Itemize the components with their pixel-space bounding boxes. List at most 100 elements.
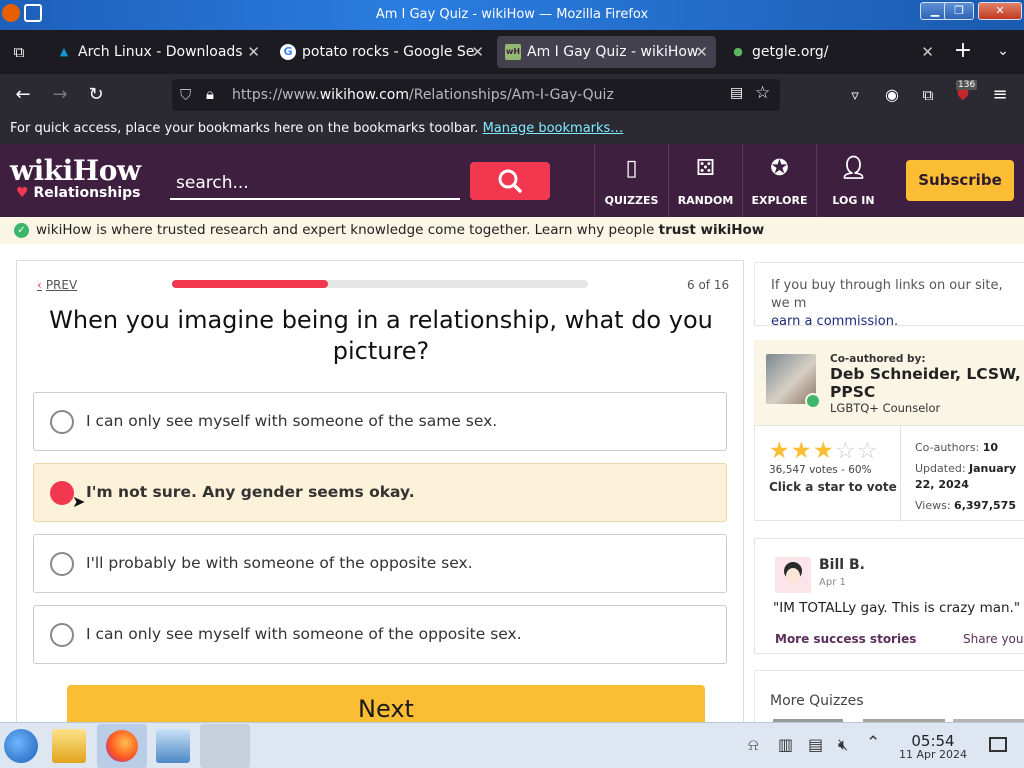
maximize-button[interactable]: ❐ (944, 2, 974, 20)
nav-quizzes[interactable]: ▯ QUIZZES (594, 144, 668, 217)
trust-banner[interactable]: ✓ wikiHow is where trusted research and … (0, 217, 1024, 244)
star-empty-icon[interactable]: ☆ (857, 440, 878, 463)
tab-list-icon[interactable]: ⧉ (8, 41, 30, 63)
firefox-taskbar-button[interactable] (97, 724, 147, 768)
heart-icon: ♥ (16, 185, 29, 201)
reload-button[interactable]: ↻ (85, 84, 107, 106)
extensions-icon[interactable]: ⧉ (917, 84, 939, 106)
tab-label: getgle.org/ (752, 44, 829, 60)
file-manager-icon[interactable] (52, 729, 86, 763)
close-tab-icon[interactable]: ✕ (921, 36, 934, 68)
answer-option-selected[interactable]: I'm not sure. Any gender seems okay. ➤ (33, 463, 727, 522)
updated-line: Updated: January 22, 2024 (915, 462, 1017, 491)
nav-explore[interactable]: ✪ EXPLORE (742, 144, 816, 217)
author-role: LGBTQ+ Counselor (830, 401, 941, 415)
wikihow-logo[interactable]: wikiHow (10, 154, 141, 187)
search-button[interactable] (470, 162, 550, 200)
radio-button[interactable] (50, 410, 74, 434)
tab-google[interactable]: G potato rocks - Google Se ✕ (272, 36, 492, 68)
dice-icon: ⚄ (695, 156, 716, 181)
answer-option[interactable]: I'll probably be with someone of the opp… (33, 534, 727, 593)
printer-icon[interactable]: ▤ (808, 735, 823, 754)
mouse-cursor-icon: ➤ (72, 492, 86, 511)
vote-cta: Click a star to vote (769, 480, 897, 494)
story-date: Apr 1 (819, 577, 846, 588)
quiz-progress-bar (172, 280, 588, 288)
quiz-card: ‹ PREV 6 of 16 When you imagine being in … (16, 260, 744, 741)
article-stats: ★ ★ ★ ☆ ☆ 36,547 votes - 60% Click a sta… (754, 425, 1024, 522)
author-name[interactable]: Deb Schneider, LCSW, PPSC (830, 365, 1024, 401)
clock-date[interactable]: 11 Apr 2024 (893, 748, 973, 761)
volume-muted-icon[interactable]: 🔇︎ (838, 735, 848, 755)
star-filled-icon[interactable]: ★ (769, 440, 790, 463)
bookmark-star-icon[interactable]: ☆ (755, 83, 770, 103)
start-menu-button[interactable] (4, 729, 38, 763)
story-quote: "IM TOTALLy gay. This is crazy man." (773, 600, 1021, 616)
commission-link[interactable]: earn a commission. (771, 314, 898, 329)
star-filled-icon[interactable]: ★ (813, 440, 834, 463)
pocket-icon[interactable]: ▿ (844, 84, 866, 106)
tracking-shield-icon[interactable]: ⛉ (180, 86, 191, 104)
getgle-icon: ● (733, 45, 743, 58)
close-tab-icon[interactable]: ✕ (247, 36, 260, 68)
answer-option[interactable]: I can only see myself with someone of th… (33, 605, 727, 664)
tab-overflow-chevron-icon[interactable]: ⌄ (992, 40, 1014, 62)
menu-hamburger-icon[interactable]: ≡ (989, 84, 1011, 106)
question-counter: 6 of 16 (687, 278, 730, 292)
site-header: wikiHow ♥ Relationships search... ▯ QUIZ… (0, 144, 1024, 217)
system-settings-icon[interactable] (156, 729, 190, 763)
star-empty-icon[interactable]: ☆ (835, 440, 856, 463)
author-avatar[interactable] (766, 354, 821, 409)
success-stories: Bill B. Apr 1 "IM TOTALLy gay. This is c… (754, 538, 1024, 654)
search-icon (498, 169, 522, 193)
tray-expand-chevron-icon[interactable]: ⌃ (866, 733, 880, 753)
progress-fill (172, 280, 328, 288)
radio-button[interactable] (50, 481, 74, 505)
chevron-left-icon: ‹ (37, 278, 42, 292)
answer-option[interactable]: I can only see myself with someone of th… (33, 392, 727, 451)
url-text[interactable]: https://www.wikihow.com/Relationships/Am… (232, 87, 614, 103)
more-quizzes-title: More Quizzes (770, 693, 864, 709)
subscribe-button[interactable]: Subscribe (906, 160, 1014, 201)
author-card[interactable]: Co-authored by: Deb Schneider, LCSW, PPS… (754, 340, 1024, 425)
nav-random[interactable]: ⚄ RANDOM (668, 144, 742, 217)
clipboard-icon[interactable]: ▥ (778, 735, 793, 754)
manage-bookmarks-link[interactable]: Manage bookmarks… (483, 121, 624, 136)
firefox-icon (106, 730, 138, 762)
forward-button[interactable]: → (49, 84, 71, 106)
radio-button[interactable] (50, 623, 74, 647)
back-button[interactable]: ← (12, 84, 34, 106)
tab-arch-linux[interactable]: ▲ Arch Linux - Downloads ✕ (48, 36, 268, 68)
tab-getgle[interactable]: ● getgle.org/ ✕ (722, 36, 942, 68)
notifications-icon[interactable]: ⍾ (748, 735, 759, 755)
url-bar[interactable]: ⛉ 🔒︎ https://www.wikihow.com/Relationshi… (172, 79, 780, 111)
star-filled-icon[interactable]: ★ (791, 440, 812, 463)
google-icon: G (280, 44, 296, 60)
close-tab-icon[interactable]: ✕ (695, 36, 708, 68)
avatar-face (786, 568, 800, 584)
question-text: When you imagine being in a relationship… (49, 306, 713, 365)
nav-login[interactable]: 👤︎ LOG IN (816, 144, 890, 217)
show-desktop-icon[interactable] (989, 737, 1007, 752)
reader-view-icon[interactable]: ▤ (730, 85, 743, 101)
tab-wikihow[interactable]: wH Am I Gay Quiz - wikiHow ✕ (497, 36, 716, 68)
coauthors-line: Co-authors: 10 (915, 441, 999, 454)
taskbar-window-button[interactable] (200, 724, 250, 768)
prev-button[interactable]: ‹ PREV (37, 278, 77, 292)
share-story-link[interactable]: Share your (963, 632, 1024, 646)
close-window-button[interactable]: ✕ (978, 2, 1022, 20)
lock-icon[interactable]: 🔒︎ (206, 85, 214, 103)
category-logo[interactable]: ♥ Relationships (16, 185, 141, 201)
tab-label: Arch Linux - Downloads (78, 44, 243, 60)
trust-link[interactable]: trust wikiHow (659, 222, 765, 238)
more-stories-link[interactable]: More success stories (775, 632, 916, 646)
checkmark-icon: ✓ (14, 223, 29, 238)
close-tab-icon[interactable]: ✕ (471, 36, 484, 68)
quizzes-icon: ▯ (625, 156, 638, 181)
radio-button[interactable] (50, 552, 74, 576)
bookmarks-toolbar: For quick access, place your bookmarks h… (0, 116, 1024, 144)
os-taskbar: ⍾ ▥ ▤ 🔇︎ ⌃ 05:54 11 Apr 2024 (0, 722, 1024, 768)
account-icon[interactable]: ◉ (881, 84, 903, 106)
search-input[interactable]: search... (170, 166, 460, 200)
new-tab-button[interactable]: + (952, 40, 974, 62)
